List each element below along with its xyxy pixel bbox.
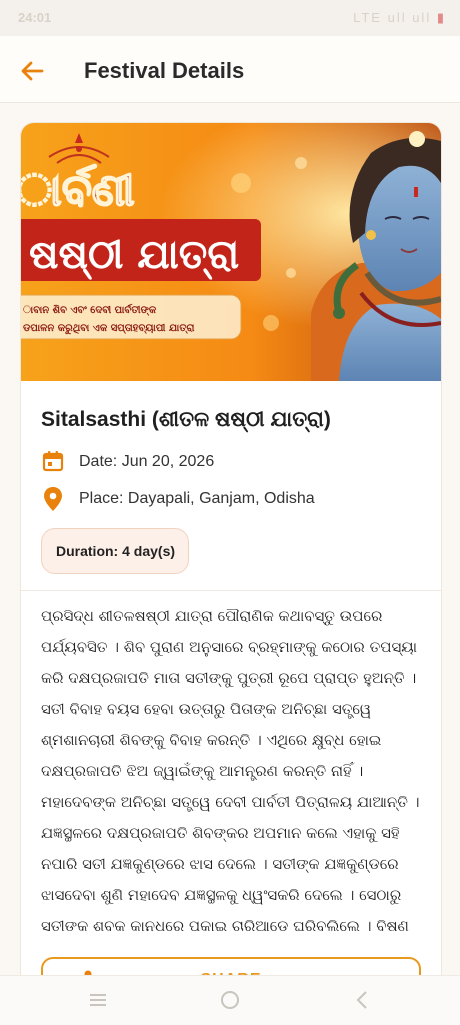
duration-badge: Duration: 4 day(s)	[41, 528, 189, 574]
festival-banner-image: ାର୍ବଣୀ ଷଷ୍ଠୀ ଯାତ୍ରା ାବାନ ଶିବ ଏବଂ ଦେବୀ ପା…	[21, 123, 441, 381]
festival-card: ାର୍ବଣୀ ଷଷ୍ଠୀ ଯାତ୍ରା ାବାନ ଶିବ ଏବଂ ଦେବୀ ପା…	[20, 122, 442, 1024]
signal-icons: LTE ull ull	[353, 10, 432, 25]
menu-icon	[90, 994, 106, 1006]
back-button[interactable]	[14, 53, 50, 89]
banner-caption-line1: ାବାନ ଶିବ ଏବଂ ଦେବୀ ପାର୍ବତୀଙ୍କ	[23, 302, 157, 317]
arrow-left-icon	[21, 61, 44, 81]
status-bar: 24:01 LTE ull ull ▮	[0, 0, 460, 36]
home-circle-icon	[221, 991, 239, 1009]
place-text: Place: Dayapali, Ganjam, Odisha	[79, 490, 315, 507]
divider	[21, 590, 441, 591]
battery-icon: ▮	[436, 10, 446, 25]
nav-home-button[interactable]	[216, 988, 244, 1012]
date-text: Date: Jun 20, 2026	[79, 453, 215, 470]
banner-title-line1: ାର୍ବଣୀ	[21, 164, 135, 216]
system-nav-bar	[0, 975, 460, 1025]
nav-menu-button[interactable]	[84, 988, 112, 1012]
banner-caption-line2: ଡପାଳନ କରୁଥିବା ଏକ ସପ୍ତାହବ୍ୟାପୀ ଯାତ୍ରା	[23, 323, 194, 335]
back-triangle-icon	[356, 991, 367, 1009]
app-bar: Festival Details	[0, 36, 460, 103]
festival-title: Sitalsasthi (ଶୀତଳ ଷଷ୍ଠୀ ଯାତ୍ରା)	[41, 408, 331, 431]
banner-title-line2: ଷଷ୍ଠୀ ଯାତ୍ରା	[29, 232, 239, 280]
page-title: Festival Details	[84, 58, 245, 83]
festival-description: ପ୍ରସିଦ୍ଧ ଶୀତଳଷଷ୍ଠୀ ଯାତ୍ରା ପୌରାଣିକ କଥାବସ୍…	[41, 607, 420, 931]
calendar-icon	[42, 451, 64, 472]
status-time: 24:01	[18, 10, 52, 25]
location-pin-icon	[44, 487, 62, 511]
status-indicators: LTE ull ull ▮	[353, 10, 446, 26]
nav-back-button[interactable]	[348, 988, 376, 1012]
